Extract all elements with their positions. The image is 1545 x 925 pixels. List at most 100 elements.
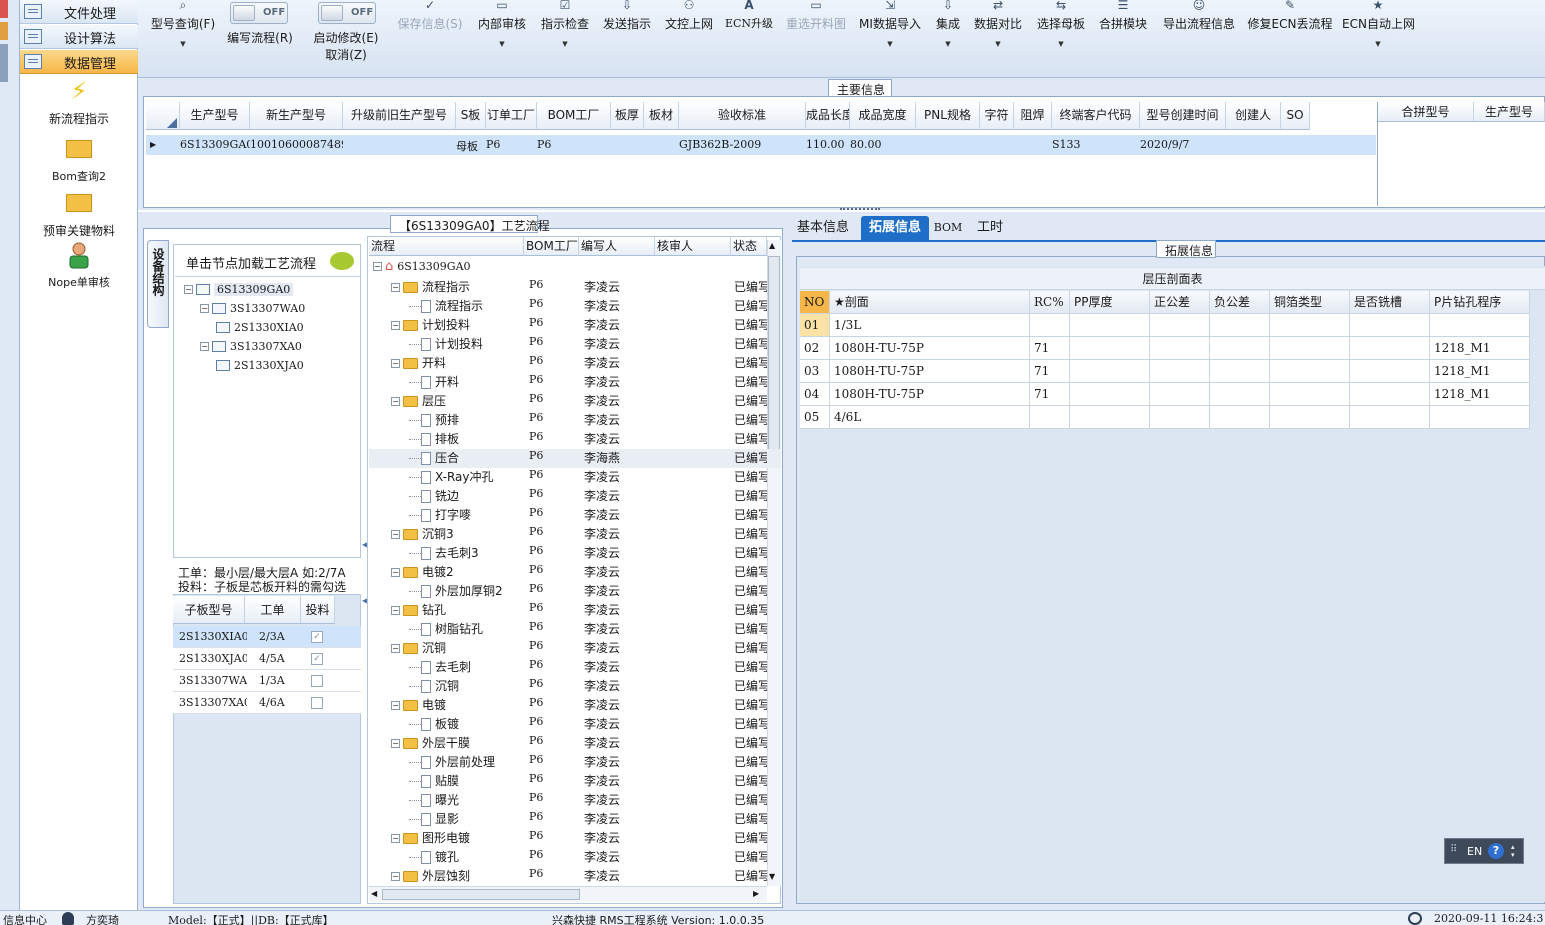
side-col-model[interactable]: 生产型号 (1474, 102, 1545, 122)
structure-node[interactable]: − 3S13307WA0 (200, 301, 305, 320)
layer-cell[interactable] (1030, 406, 1070, 429)
main-col-header[interactable]: 新生产型号 (250, 102, 343, 130)
nav-header-data[interactable]: 数据管理 (20, 50, 138, 74)
layer-cell[interactable]: 01 (800, 314, 830, 337)
main-row-cell[interactable]: 110.00 (806, 138, 850, 154)
structure-node[interactable]: 2S1330XIA0 (216, 320, 304, 339)
flow-row[interactable]: 沉铜 P6 李凌云 已编写 (369, 677, 781, 696)
flow-col-header[interactable]: 编写人 (579, 237, 655, 256)
doc-control-online-button[interactable]: ⚇ 文控上网 (662, 0, 716, 32)
app-icon[interactable] (0, 0, 8, 18)
main-col-header[interactable]: 创建人 (1226, 102, 1281, 130)
structure-node[interactable]: − 6S13309GA0 (184, 282, 294, 301)
flow-row[interactable]: 压合 P6 李海燕 已编写 (369, 449, 781, 468)
layer-cell[interactable] (1210, 383, 1270, 406)
flow-col-header[interactable]: 核审人 (655, 237, 731, 256)
right-tab[interactable]: 工时 (970, 216, 1010, 240)
main-row-cell[interactable]: 母板 (456, 138, 486, 154)
flow-row[interactable]: − 沉铜3 P6 李凌云 已编写 (369, 525, 781, 544)
layer-cell[interactable]: 71 (1030, 383, 1070, 406)
collapse-icon[interactable]: − (391, 530, 400, 539)
flow-row[interactable]: − 图形电镀 P6 李凌云 已编写 (369, 829, 781, 848)
main-col-header[interactable]: PNL规格 (916, 102, 980, 130)
reselect-cutting-button[interactable]: ▭ 重选开料图 (782, 0, 850, 32)
layer-cell[interactable] (1150, 314, 1210, 337)
collapse-icon[interactable]: − (391, 283, 400, 292)
collapse-icon[interactable]: − (391, 701, 400, 710)
collapse-icon[interactable]: − (391, 359, 400, 368)
internal-review-button[interactable]: ▭ 内部审核 ▼ (474, 0, 530, 48)
layer-cell[interactable]: 1218_M1 (1430, 337, 1530, 360)
flow-row[interactable]: 外层前处理 P6 李凌云 已编写 (369, 753, 781, 772)
nav-button-bom-query[interactable]: Bom查询2 (20, 134, 138, 184)
layer-col-header[interactable]: P片钻孔程序 (1430, 291, 1530, 314)
main-row-cell[interactable] (1226, 138, 1281, 154)
layer-col-header[interactable]: 正公差 (1150, 291, 1210, 314)
main-row-cell[interactable]: P6 (537, 138, 611, 154)
collapse-icon[interactable]: − (184, 285, 193, 294)
layer-cell[interactable] (1430, 314, 1530, 337)
layer-cell[interactable] (1070, 406, 1150, 429)
layer-cell[interactable] (1150, 406, 1210, 429)
layer-cell[interactable]: 1/3L (830, 314, 1030, 337)
layer-cell[interactable] (1350, 406, 1430, 429)
send-indicator-button[interactable]: ⇩ 发送指示 (600, 0, 654, 32)
layer-cell[interactable] (1070, 383, 1150, 406)
integrate-button[interactable]: ⇩ 集成 ▼ (930, 0, 966, 48)
save-info-button[interactable]: ✓ 保存信息(S) (394, 0, 466, 32)
status-info-center[interactable]: 信息中心 (3, 912, 47, 925)
ime-widget[interactable]: ⠿ EN ? ▴ ▾ (1444, 838, 1524, 864)
layer-cell[interactable]: 71 (1030, 337, 1070, 360)
sub-table-header[interactable]: 投料 (301, 596, 335, 624)
collapse-icon[interactable]: − (391, 872, 400, 881)
nav-button-key-material[interactable]: 预审关键物料 (20, 188, 138, 239)
layer-col-header[interactable]: 铜箔类型 (1270, 291, 1350, 314)
layer-cell[interactable] (1030, 314, 1070, 337)
flow-row[interactable]: − 开料 P6 李凌云 已编写 (369, 354, 781, 373)
flow-col-header[interactable]: BOM工厂 (524, 237, 579, 256)
layer-cell[interactable] (1070, 314, 1150, 337)
collapse-icon[interactable]: − (391, 644, 400, 653)
layer-col-header[interactable]: ★剖面 (830, 291, 1030, 314)
layer-cell[interactable] (1070, 360, 1150, 383)
nav-button-nope-review[interactable]: Nope单审核 (20, 240, 138, 290)
flow-row[interactable]: X-Ray冲孔 P6 李凌云 已编写 (369, 468, 781, 487)
layer-cell[interactable] (1150, 360, 1210, 383)
flow-row[interactable]: − ⌂ 6S13309GA0 (369, 259, 781, 278)
main-col-header[interactable]: 字符 (980, 102, 1014, 130)
flow-row[interactable]: 去毛刺 P6 李凌云 已编写 (369, 658, 781, 677)
layer-cell[interactable] (1430, 406, 1530, 429)
scroll-up-icon[interactable]: ▲ (769, 241, 775, 250)
flow-row[interactable]: 曝光 P6 李凌云 已编写 (369, 791, 781, 810)
layer-cell[interactable] (1270, 383, 1350, 406)
sub-table-header[interactable]: 子板型号 (173, 596, 245, 624)
flow-row[interactable]: 流程指示 P6 李凌云 已编写 (369, 297, 781, 316)
flow-row[interactable]: − 层压 P6 李凌云 已编写 (369, 392, 781, 411)
nav-header-file[interactable]: 文件处理 (20, 0, 138, 24)
scroll-left-icon[interactable]: ◀ (371, 889, 377, 898)
structure-node[interactable]: − 3S13307XA0 (200, 339, 302, 358)
main-row-cell[interactable]: S133 (1052, 138, 1140, 154)
layer-cell[interactable] (1210, 360, 1270, 383)
help-icon[interactable]: ? (1488, 843, 1504, 859)
nav-button-new-flow[interactable]: ⚡ 新流程指示 (20, 76, 138, 127)
flow-row[interactable]: 计划投料 P6 李凌云 已编写 (369, 335, 781, 354)
layer-col-header[interactable]: NO (800, 291, 830, 314)
layer-cell[interactable] (1270, 360, 1350, 383)
flow-row[interactable]: − 电镀 P6 李凌云 已编写 (369, 696, 781, 715)
layer-col-header[interactable]: PP厚度 (1070, 291, 1150, 314)
collapse-icon[interactable]: − (373, 262, 382, 271)
nav-header-design[interactable]: 设计算法 (20, 25, 138, 49)
flow-col-header[interactable]: 流程 (369, 237, 524, 256)
merge-module-button[interactable]: ☰ 合拼模块 (1096, 0, 1150, 32)
data-compare-button[interactable]: ⇄ 数据对比 ▼ (972, 0, 1024, 48)
main-col-header[interactable]: 板厚 (611, 102, 644, 130)
flow-row[interactable]: 板镀 P6 李凌云 已编写 (369, 715, 781, 734)
layer-cell[interactable] (1270, 314, 1350, 337)
cancel-button[interactable]: 取消(Z) (308, 46, 384, 63)
main-row-cell[interactable]: 10010600087489 (250, 138, 343, 154)
main-col-header[interactable]: 验收标准 (679, 102, 806, 130)
layer-cell[interactable]: 1218_M1 (1430, 383, 1530, 406)
main-row-cell[interactable] (1281, 138, 1310, 154)
collapse-icon[interactable]: − (391, 397, 400, 406)
